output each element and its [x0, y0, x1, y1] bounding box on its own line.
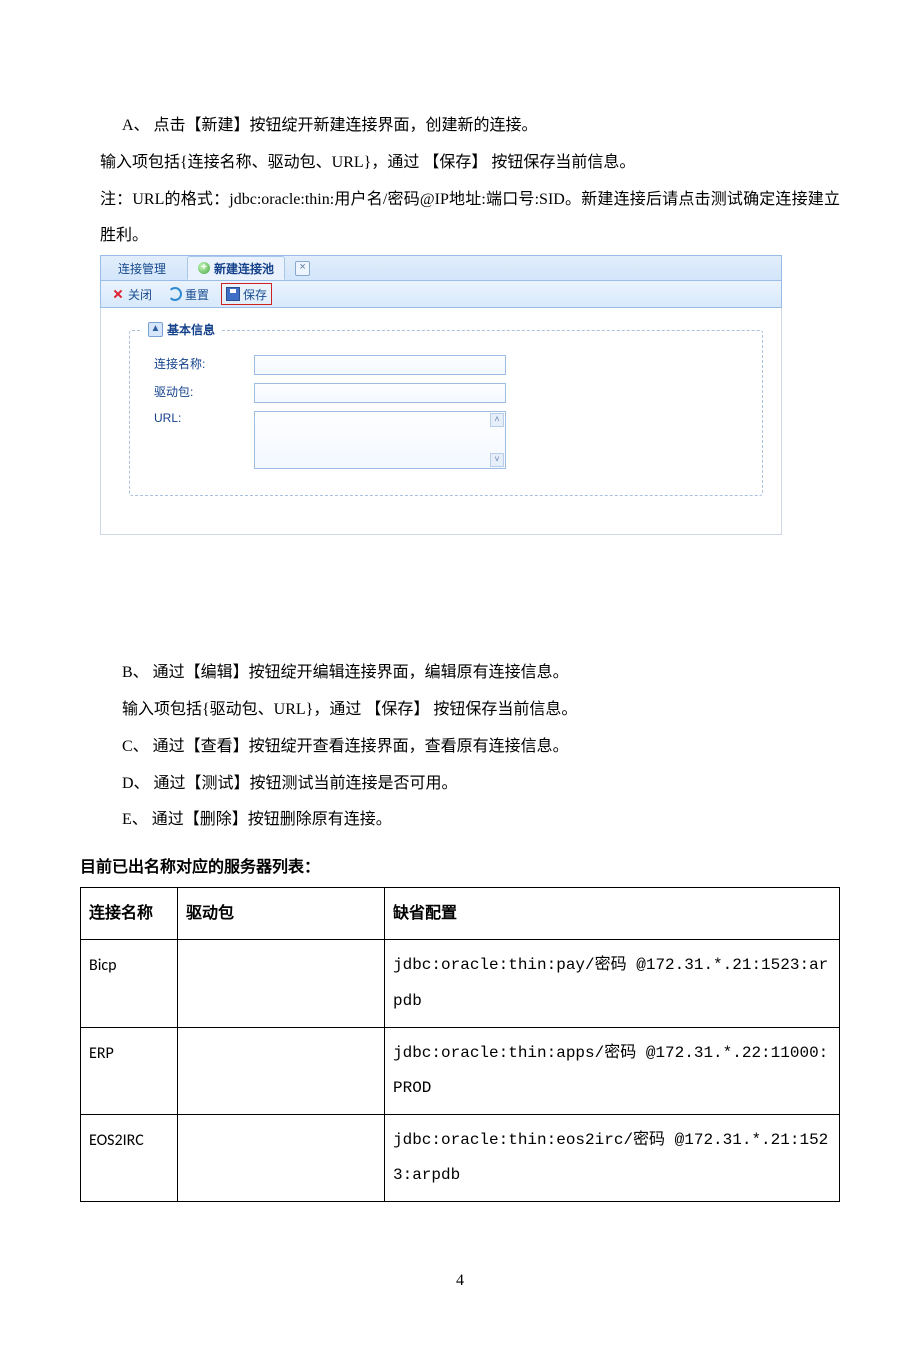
tab-new-pool[interactable]: 新建连接池: [187, 256, 285, 280]
textarea-url[interactable]: ˄ ˅: [254, 411, 506, 469]
embedded-ui: 连接管理 新建连接池 × 关闭 重置 保存: [100, 255, 782, 535]
table-row: EOS2IRC jdbc:oracle:thin:eos2irc/密码 @172…: [81, 1115, 840, 1202]
input-driver[interactable]: [254, 383, 506, 403]
paragraph-c: C、 通过【查看】按钮绽开查看连接界面，查看原有连接信息。: [80, 729, 840, 766]
save-button[interactable]: 保存: [221, 283, 272, 305]
form-body: ▲ 基本信息 连接名称: 驱动包: URL: ˄ ˅: [100, 308, 782, 535]
cell-name: EOS2IRC: [81, 1115, 178, 1202]
refresh-icon: [168, 287, 182, 301]
legend-label: 基本信息: [167, 321, 215, 338]
chevron-up-icon[interactable]: ˄: [490, 413, 504, 427]
paragraph-a3: 注：URL的格式：jdbc:oracle:thin:用户名/密码@IP地址:端口…: [80, 182, 840, 256]
tab-label: 连接管理: [118, 260, 166, 277]
save-icon: [226, 287, 240, 301]
cell-driver: [178, 940, 385, 1027]
button-label: 重置: [185, 286, 209, 303]
close-icon: [111, 287, 125, 301]
page-number: 4: [80, 1272, 840, 1290]
paragraph-d: D、 通过【测试】按钮测试当前连接是否可用。: [80, 766, 840, 803]
fieldset-legend: ▲ 基本信息: [142, 321, 221, 338]
button-label: 保存: [243, 286, 267, 303]
close-tab-button[interactable]: ×: [295, 261, 310, 276]
table-row: Bicp jdbc:oracle:thin:pay/密码 @172.31.*.2…: [81, 940, 840, 1027]
collapse-icon[interactable]: ▲: [148, 322, 163, 337]
tab-connection-manage[interactable]: 连接管理: [107, 256, 177, 280]
fieldset-basic-info: ▲ 基本信息 连接名称: 驱动包: URL: ˄ ˅: [129, 330, 763, 496]
close-button[interactable]: 关闭: [107, 286, 156, 303]
label-driver: 驱动包:: [154, 383, 254, 400]
server-list-heading: 目前已出名称对应的服务器列表：: [80, 853, 840, 877]
th-default: 缺省配置: [385, 888, 840, 940]
th-driver: 驱动包: [178, 888, 385, 940]
table-row: ERP jdbc:oracle:thin:apps/密码 @172.31.*.2…: [81, 1027, 840, 1114]
paragraph-a2: 输入项包括{连接名称、驱动包、URL}，通过 【保存】 按钮保存当前信息。: [80, 145, 840, 182]
cell-default: jdbc:oracle:thin:pay/密码 @172.31.*.21:152…: [385, 940, 840, 1027]
cell-default: jdbc:oracle:thin:apps/密码 @172.31.*.22:11…: [385, 1027, 840, 1114]
button-label: 关闭: [128, 286, 152, 303]
reset-button[interactable]: 重置: [164, 286, 213, 303]
paragraph-b: B、 通过【编辑】按钮绽开编辑连接界面，编辑原有连接信息。: [80, 655, 840, 692]
paragraph-b2: 输入项包括{驱动包、URL}，通过 【保存】 按钮保存当前信息。: [80, 692, 840, 729]
toolbar: 关闭 重置 保存: [100, 280, 782, 308]
cell-driver: [178, 1115, 385, 1202]
server-list-table: 连接名称 驱动包 缺省配置 Bicp jdbc:oracle:thin:pay/…: [80, 887, 840, 1202]
th-name: 连接名称: [81, 888, 178, 940]
label-url: URL:: [154, 411, 254, 425]
cell-driver: [178, 1027, 385, 1114]
document-page: A、 点击【新建】按钮绽开新建连接界面，创建新的连接。 输入项包括{连接名称、驱…: [0, 0, 920, 1350]
label-connection-name: 连接名称:: [154, 355, 254, 372]
input-connection-name[interactable]: [254, 355, 506, 375]
paragraph-a: A、 点击【新建】按钮绽开新建连接界面，创建新的连接。: [80, 108, 840, 145]
plus-icon: [198, 262, 210, 274]
cell-default: jdbc:oracle:thin:eos2irc/密码 @172.31.*.21…: [385, 1115, 840, 1202]
cell-name: Bicp: [81, 940, 178, 1027]
chevron-down-icon[interactable]: ˅: [490, 453, 504, 467]
paragraph-e: E、 通过【删除】按钮删除原有连接。: [80, 802, 840, 839]
tab-label: 新建连接池: [214, 260, 274, 277]
tab-bar: 连接管理 新建连接池 ×: [100, 255, 782, 280]
cell-name: ERP: [81, 1027, 178, 1114]
